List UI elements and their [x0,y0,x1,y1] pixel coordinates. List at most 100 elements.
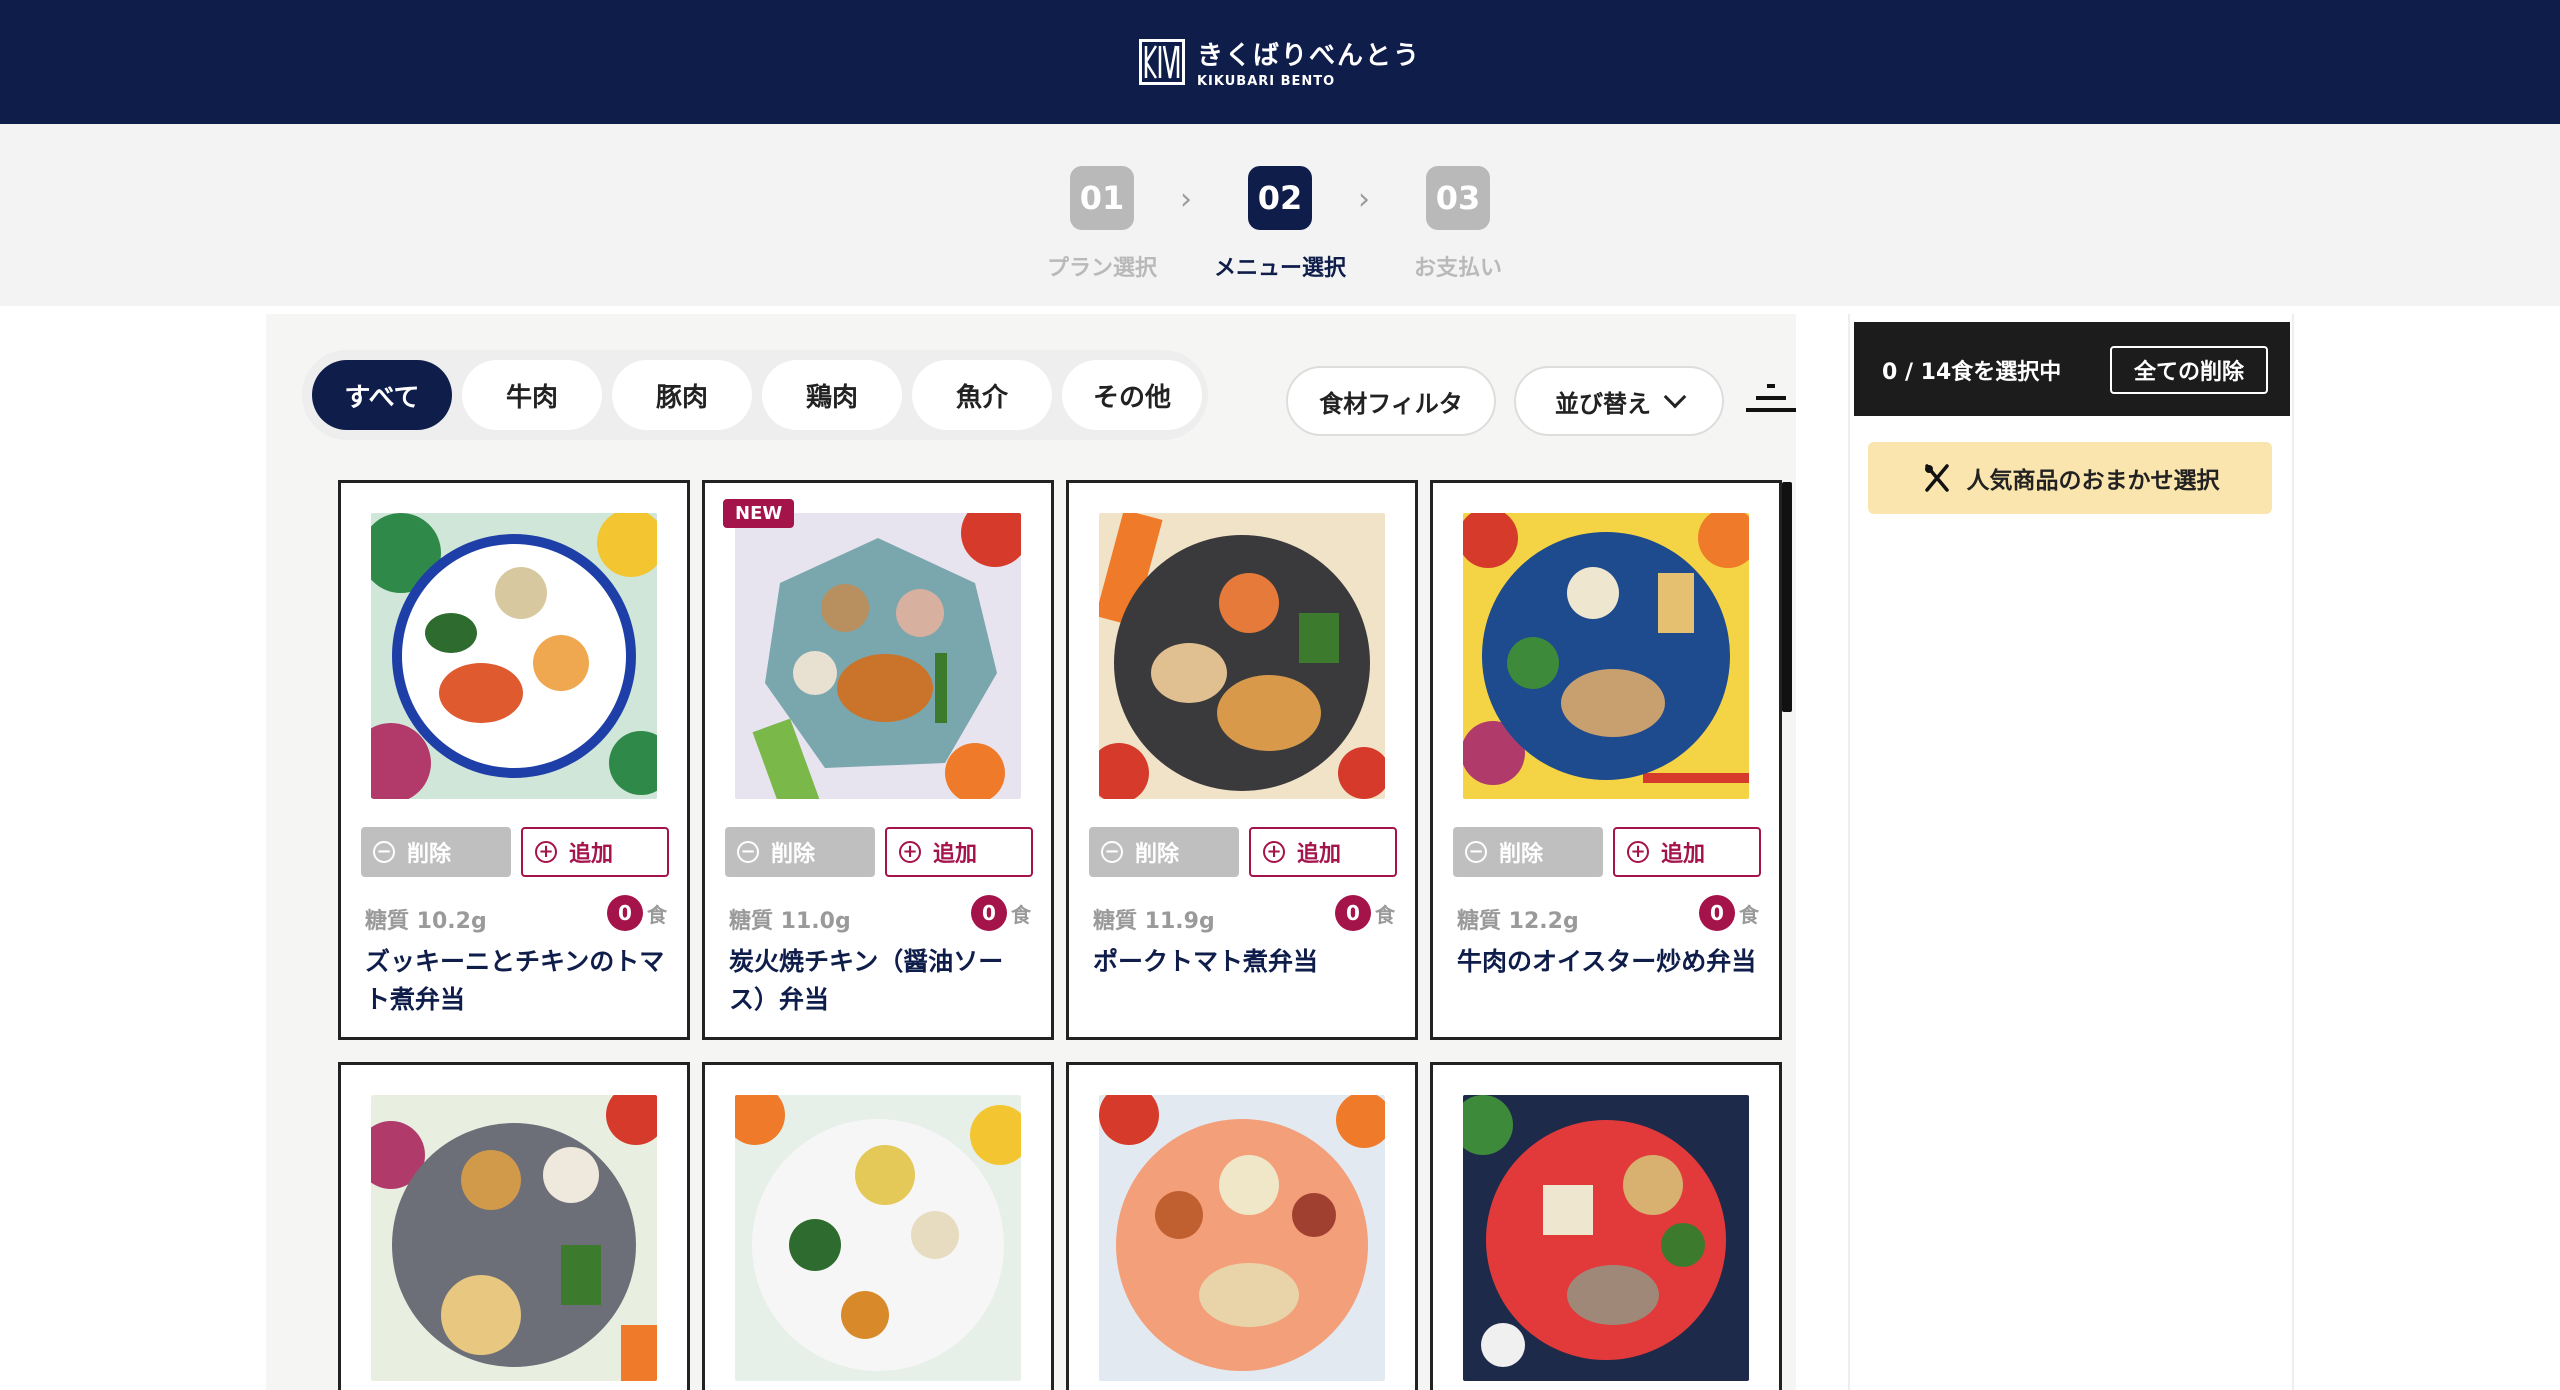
step-menu: 02 メニュー選択 [1214,166,1347,282]
product-card[interactable]: − 削除 + 追加 糖質 12.2g 0食 牛肉のオイスター炒め弁当 [1430,480,1782,1040]
omakase-select-button[interactable]: 人気商品のおまかせ選択 [1868,442,2272,514]
tab-all[interactable]: すべて [312,360,452,430]
product-image[interactable] [1463,1095,1749,1381]
quantity-count: 0 [1699,895,1735,931]
product-card[interactable] [338,1062,690,1390]
product-image[interactable] [735,513,1021,799]
quantity-unit: 食 [1011,902,1031,927]
step-label: お支払い [1413,256,1502,281]
delete-label: 削除 [407,842,452,867]
chevron-right-icon: › [1358,182,1370,217]
quantity-unit: 食 [647,902,667,927]
logo-mark-icon [1138,39,1185,85]
minus-circle-icon: − [373,841,395,863]
new-badge: NEW [723,499,795,528]
delete-label: 削除 [1499,842,1544,867]
quantity-count: 0 [971,895,1007,931]
product-card[interactable] [1430,1062,1782,1390]
add-label: 追加 [1297,842,1342,867]
delete-button[interactable]: − 削除 [1453,827,1603,877]
scrollbar[interactable] [1782,482,1792,712]
ingredient-filter-label: 食材フィルタ [1319,389,1463,418]
tab-other[interactable]: その他 [1062,360,1202,430]
add-button[interactable]: + 追加 [1613,827,1761,877]
tab-chicken[interactable]: 鶏肉 [762,360,902,430]
product-image[interactable] [1099,513,1385,799]
step-progress: 01 プラン選択 › 02 メニュー選択 › 03 お支払い [0,124,2560,306]
selection-count: 0 / 14食を選択中 [1882,360,2062,385]
quantity-unit: 食 [1739,902,1759,927]
product-name[interactable]: 炭火焼チキン（醤油ソース）弁当 [729,943,1029,1018]
product-card[interactable]: NEW − 削除 + 追加 糖質 11.0g 0食 炭火焼チキン（醤油ソース）弁当 [702,480,1054,1040]
quantity-indicator: 0食 [1335,895,1395,931]
product-name[interactable]: 牛肉のオイスター炒め弁当 [1457,943,1757,981]
category-tabs: すべて 牛肉 豚肉 鶏肉 魚介 その他 [302,350,1208,440]
step-number: 03 [1426,166,1490,230]
add-label: 追加 [933,842,978,867]
add-label: 追加 [1661,842,1706,867]
product-name[interactable]: ズッキーニとチキンのトマト煮弁当 [365,943,665,1018]
add-button[interactable]: + 追加 [521,827,669,877]
product-image[interactable] [371,1095,657,1381]
minus-circle-icon: − [1101,841,1123,863]
tab-beef[interactable]: 牛肉 [462,360,602,430]
product-card[interactable]: − 削除 + 追加 糖質 10.2g 0食 ズッキーニとチキンのトマト煮弁当 [338,480,690,1040]
logo-japanese: きくばりべんとう [1196,41,1421,71]
delete-button[interactable]: − 削除 [1089,827,1239,877]
clear-all-button[interactable]: 全ての削除 [2110,346,2268,394]
logo-english: KIKUBARI BENTO [1196,74,1336,89]
step-payment: 03 お支払い [1393,166,1523,282]
chevron-right-icon: › [1180,182,1192,217]
minus-circle-icon: − [737,841,759,863]
omakase-label: 人気商品のおまかせ選択 [1966,468,2220,494]
tab-pork[interactable]: 豚肉 [612,360,752,430]
minus-circle-icon: − [1465,841,1487,863]
quantity-count: 0 [1335,895,1371,931]
step-plan: 01 プラン選択 [1037,166,1167,282]
product-card[interactable] [702,1062,1054,1390]
sort-dropdown[interactable]: 並び替え [1514,366,1724,436]
plus-circle-icon: + [899,841,921,863]
step-number: 02 [1248,166,1312,230]
product-image[interactable] [371,513,657,799]
product-card[interactable]: − 削除 + 追加 糖質 11.9g 0食 ポークトマト煮弁当 [1066,480,1418,1040]
plus-circle-icon: + [1263,841,1285,863]
delete-label: 削除 [1135,842,1180,867]
site-header: きくばりべんとう KIKUBARI BENTO [0,0,2560,124]
utensils-icon [1924,464,1949,492]
sort-lines-icon[interactable] [1746,384,1796,414]
product-image[interactable] [1463,513,1749,799]
quantity-count: 0 [607,895,643,931]
selection-header: 0 / 14食を選択中 全ての削除 [1854,322,2290,416]
sugar-content: 糖質 11.0g [729,909,851,934]
product-image[interactable] [735,1095,1021,1381]
product-card[interactable] [1066,1062,1418,1390]
delete-button[interactable]: − 削除 [361,827,511,877]
add-label: 追加 [569,842,614,867]
delete-button[interactable]: − 削除 [725,827,875,877]
sort-label: 並び替え [1555,389,1651,418]
step-label: メニュー選択 [1214,256,1347,281]
product-image[interactable] [1099,1095,1385,1381]
tab-seafood[interactable]: 魚介 [912,360,1052,430]
quantity-indicator: 0食 [1699,895,1759,931]
site-logo[interactable]: きくばりべんとう KIKUBARI BENTO [1138,35,1421,89]
chevron-down-icon [1663,385,1687,409]
sugar-content: 糖質 11.9g [1093,909,1215,934]
quantity-indicator: 0食 [971,895,1031,931]
step-number: 01 [1070,166,1134,230]
menu-area: すべて 牛肉 豚肉 鶏肉 魚介 その他 食材フィルタ 並び替え − 削除 + 追… [266,314,1796,1390]
product-name[interactable]: ポークトマト煮弁当 [1093,943,1393,981]
sugar-content: 糖質 10.2g [365,909,487,934]
plus-circle-icon: + [1627,841,1649,863]
sugar-content: 糖質 12.2g [1457,909,1579,934]
quantity-unit: 食 [1375,902,1395,927]
quantity-indicator: 0食 [607,895,667,931]
delete-label: 削除 [771,842,816,867]
add-button[interactable]: + 追加 [885,827,1033,877]
add-button[interactable]: + 追加 [1249,827,1397,877]
step-label: プラン選択 [1046,256,1157,281]
selection-panel: 0 / 14食を選択中 全ての削除 人気商品のおまかせ選択 [1848,314,2294,1390]
plus-circle-icon: + [535,841,557,863]
ingredient-filter-button[interactable]: 食材フィルタ [1286,366,1496,436]
